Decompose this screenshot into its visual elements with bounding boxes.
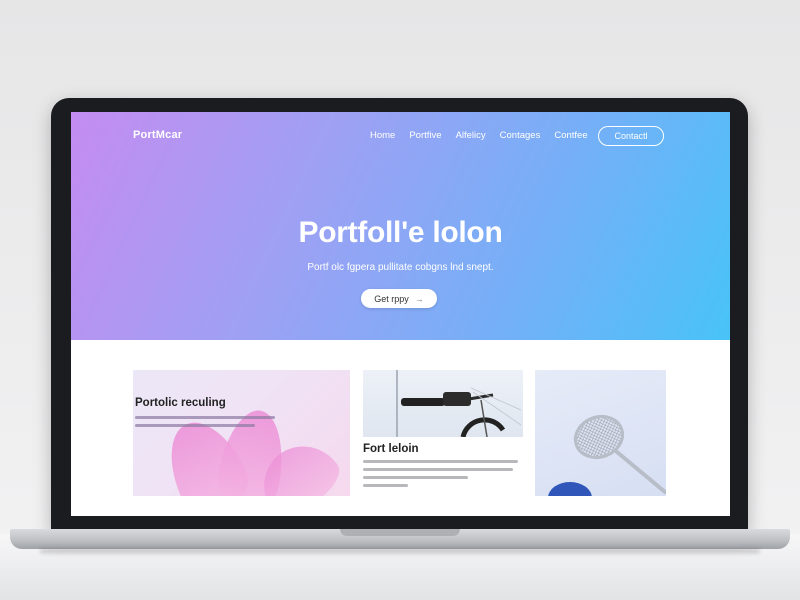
- nav-item-home[interactable]: Home: [370, 130, 395, 141]
- portfolio-card-2[interactable]: Fort leloin: [363, 370, 523, 496]
- portfolio-card-3[interactable]: [535, 370, 666, 496]
- nav-item-contact[interactable]: Contfee: [554, 130, 587, 141]
- card-2-text-line: [363, 484, 408, 487]
- nav-item-activity[interactable]: Alfelicy: [456, 130, 486, 141]
- hero-section: PortMcar Home Portfive Alfelicy Contages…: [71, 112, 730, 340]
- laptop-hinge-notch: [340, 529, 460, 536]
- card-1-title: Portolic reculing: [135, 397, 226, 409]
- arrow-right-icon: →: [414, 293, 424, 304]
- laptop-screen: PortMcar Home Portfive Alfelicy Contages…: [71, 112, 730, 516]
- contact-button[interactable]: Contactl: [598, 126, 664, 146]
- site-logo[interactable]: PortMcar: [133, 129, 182, 141]
- card-2-title: Fort leloin: [363, 443, 419, 455]
- bicycle-image: [363, 370, 523, 437]
- hero-title: Portfoll'e lolon: [298, 216, 503, 249]
- get-ready-button-label: Get rppy: [374, 293, 409, 304]
- laptop-shadow: [40, 549, 760, 553]
- nav-item-portfolio[interactable]: Portfive: [409, 130, 441, 141]
- hero-subtitle: Portf olc fgpera pullitate cobgns lnd sn…: [307, 262, 494, 273]
- bicycle-illustration: [396, 370, 522, 437]
- card-2-text-line: [363, 476, 468, 479]
- card-1-text-line: [135, 416, 275, 419]
- card-2-text-line: [363, 460, 518, 463]
- portfolio-card-1[interactable]: Portolic reculing: [133, 370, 350, 496]
- top-nav: Home Portfive Alfelicy Contages Contfee: [370, 130, 588, 141]
- card-1-text-line: [135, 424, 255, 427]
- card-2-text-line: [363, 468, 513, 471]
- racket-illustration: [548, 414, 666, 496]
- get-ready-button[interactable]: Get rppy →: [361, 289, 437, 308]
- nav-item-categories[interactable]: Contages: [500, 130, 541, 141]
